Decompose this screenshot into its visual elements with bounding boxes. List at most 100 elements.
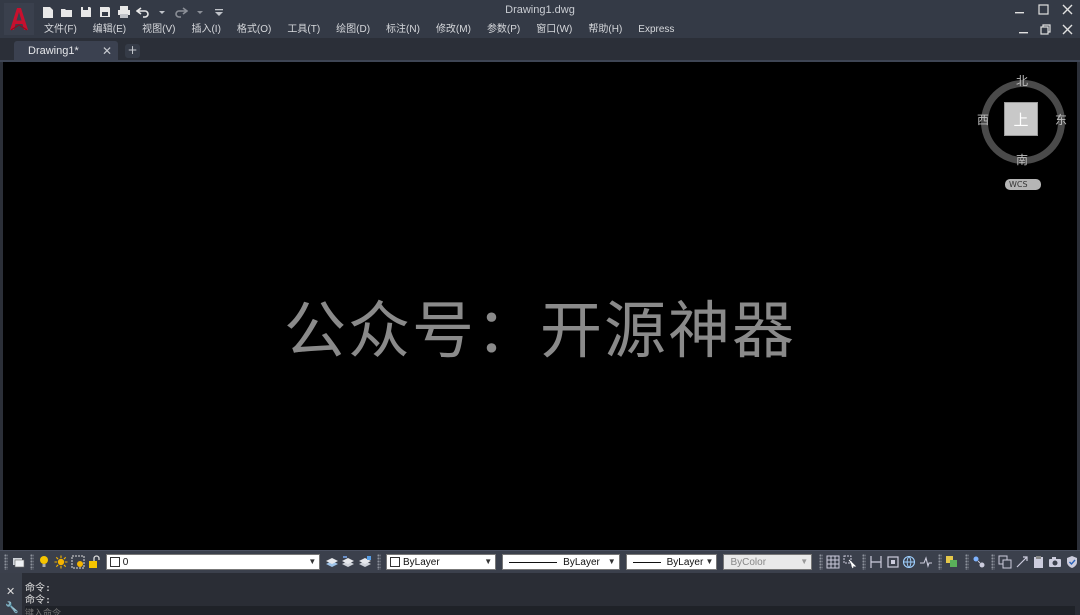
draworder-icon <box>946 556 958 567</box>
layer-dropdown[interactable]: 0 ▼ <box>105 554 321 570</box>
ucs-menu-button[interactable]: WCS <box>1005 179 1041 190</box>
menu-express[interactable]: Express <box>630 22 682 38</box>
document-window-controls <box>1016 22 1074 36</box>
wrench-icon[interactable]: 🔧 <box>5 601 19 614</box>
layer-viewport-freeze-toggle[interactable] <box>70 554 85 570</box>
block-icon <box>887 556 899 568</box>
layer-previous-button[interactable] <box>341 554 356 570</box>
menu-draw[interactable]: 绘图(D) <box>328 22 378 38</box>
viewcube[interactable]: 上 北 南 西 东 WCS <box>973 70 1073 195</box>
select-objects-button[interactable] <box>842 554 857 570</box>
layers-properties-toolbar: 0 ▼ ByLayer ▼ ByLayer ▼ ByLayer ▼ ByColo… <box>0 550 1080 573</box>
toolbar-grip[interactable] <box>4 554 8 570</box>
linetype-control-dropdown[interactable]: ByLayer ▼ <box>502 554 620 570</box>
toolbar-grip[interactable] <box>938 554 943 570</box>
dimension-tool-button[interactable] <box>869 554 884 570</box>
paste-icon <box>1033 556 1043 568</box>
command-input[interactable]: 键入命令 <box>25 606 1075 615</box>
copy-with-basepoint-button[interactable] <box>998 554 1013 570</box>
menu-format[interactable]: 格式(O) <box>229 22 279 38</box>
restore-icon <box>1039 23 1051 35</box>
chevron-down-icon: ▼ <box>308 557 317 566</box>
block-tool-button[interactable] <box>885 554 900 570</box>
make-object-layer-current-button[interactable] <box>324 554 339 570</box>
chevron-down-icon: ▼ <box>705 557 714 566</box>
layer-on-toggle[interactable] <box>37 554 52 570</box>
web-tool-button[interactable] <box>902 554 917 570</box>
shield-check-icon <box>1066 556 1077 568</box>
maximize-icon <box>1037 3 1049 15</box>
close-icon <box>1062 24 1072 34</box>
menu-parametric[interactable]: 参数(P) <box>479 22 528 38</box>
new-tab-button[interactable]: + <box>125 44 140 58</box>
menu-dimension[interactable]: 标注(N) <box>378 22 428 38</box>
chevron-down-icon: ▼ <box>607 557 616 566</box>
layer-current-icon <box>325 558 338 567</box>
break-line-icon <box>920 556 933 568</box>
draworder-button[interactable] <box>945 554 960 570</box>
menu-insert[interactable]: 插入(I) <box>183 22 228 38</box>
lineweight-control-value: ByLayer <box>666 556 704 568</box>
close-icon <box>1062 4 1072 14</box>
compass-north[interactable]: 北 <box>1016 72 1028 89</box>
compass-west[interactable]: 西 <box>977 111 989 128</box>
toolbar-grip[interactable] <box>964 554 969 570</box>
break-line-button[interactable] <box>919 554 934 570</box>
menu-file[interactable]: 文件(F) <box>36 22 85 38</box>
layer-state-button[interactable] <box>358 554 373 570</box>
close-icon[interactable]: ✕ <box>6 585 15 598</box>
color-control-dropdown[interactable]: ByLayer ▼ <box>386 554 497 570</box>
command-line: ✕ 🔧 命令: 命令: 键入命令 <box>0 573 1080 615</box>
tab-drawing1[interactable]: Drawing1* ✕ <box>14 41 118 60</box>
layer-properties-button[interactable] <box>11 554 26 570</box>
move-button[interactable] <box>1015 554 1030 570</box>
paste-button[interactable] <box>1031 554 1046 570</box>
toolbar-grip[interactable] <box>377 554 382 570</box>
lightbulb-icon <box>40 556 49 567</box>
tab-label: Drawing1* <box>28 44 79 57</box>
group-button[interactable] <box>972 554 987 570</box>
tab-close-icon[interactable]: ✕ <box>102 44 112 58</box>
camera-icon <box>1049 557 1062 567</box>
doc-close-button[interactable] <box>1060 22 1074 36</box>
layer-lock-toggle[interactable] <box>87 554 102 570</box>
menu-modify[interactable]: 修改(M) <box>428 22 479 38</box>
toolbar-grip[interactable] <box>30 554 35 570</box>
cursor-select-icon <box>843 555 856 569</box>
viewcube-top-face[interactable]: 上 <box>1004 102 1038 136</box>
drawing-canvas[interactable]: 公众号：开源神器 上 北 南 西 东 WCS <box>3 62 1077 550</box>
layer-previous-icon <box>342 556 355 567</box>
copy-icon <box>998 555 1012 569</box>
menu-view[interactable]: 视图(V) <box>134 22 183 38</box>
lineweight-preview <box>632 561 661 563</box>
doc-minimize-button[interactable] <box>1016 22 1030 36</box>
compass-east[interactable]: 东 <box>1055 111 1067 128</box>
plotstyle-control-dropdown[interactable]: ByColor ▼ <box>723 554 813 570</box>
minimize-icon <box>1018 31 1028 33</box>
minimize-icon <box>1014 11 1024 13</box>
toolbar-grip[interactable] <box>862 554 866 570</box>
toolbar-grip[interactable] <box>991 554 995 570</box>
command-line-handle[interactable]: ✕ 🔧 <box>0 573 22 615</box>
lineweight-control-dropdown[interactable]: ByLayer ▼ <box>625 554 718 570</box>
camera-button[interactable] <box>1048 554 1063 570</box>
doc-restore-button[interactable] <box>1038 22 1052 36</box>
menu-window[interactable]: 窗口(W) <box>528 22 580 38</box>
layer-freeze-toggle[interactable] <box>54 554 69 570</box>
markup-button[interactable] <box>1065 554 1080 570</box>
window-controls <box>1012 2 1074 16</box>
linetype-preview <box>509 561 558 563</box>
document-title: Drawing1.dwg <box>505 4 575 16</box>
file-tab-bar: Drawing1* ✕ + <box>0 38 1080 62</box>
snap-grid-button[interactable] <box>826 554 841 570</box>
autocad-window: Drawing1.dwg 文件(F) 编辑(E) 视图(V) 插入(I) 格式(… <box>0 0 1080 615</box>
menu-tools[interactable]: 工具(T) <box>279 22 328 38</box>
maximize-button[interactable] <box>1036 2 1050 16</box>
minimize-button[interactable] <box>1012 2 1026 16</box>
globe-icon <box>903 555 916 569</box>
menu-help[interactable]: 帮助(H) <box>580 22 630 38</box>
menu-edit[interactable]: 编辑(E) <box>85 22 134 38</box>
toolbar-grip[interactable] <box>819 554 823 570</box>
compass-south[interactable]: 南 <box>1016 151 1028 168</box>
close-button[interactable] <box>1060 2 1074 16</box>
